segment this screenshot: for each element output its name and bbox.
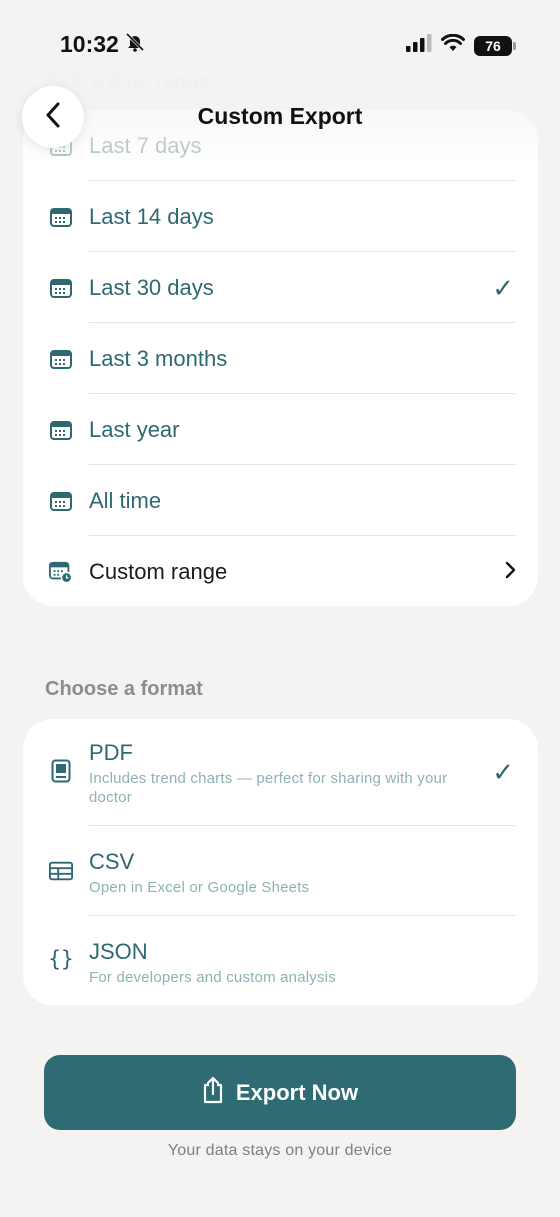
checkmark-icon: ✓ — [492, 757, 514, 787]
share-icon — [202, 1076, 224, 1109]
format-option-pdf[interactable]: PDF Includes trend charts — perfect for … — [23, 737, 538, 807]
range-label: Last 3 months — [89, 346, 228, 371]
range-option-custom-range[interactable]: Custom range — [23, 552, 538, 592]
format-title: JSON — [89, 939, 148, 964]
chevron-right-icon — [504, 561, 516, 584]
calendar-icon — [49, 205, 73, 229]
format-option-json[interactable]: {} JSON For developers and custom analys… — [23, 937, 538, 987]
export-button-label: Export Now — [235, 1079, 359, 1105]
calendar-icon — [49, 276, 73, 300]
divider — [89, 535, 516, 536]
calendar-clock-icon — [49, 560, 73, 584]
divider — [89, 322, 516, 323]
wifi-icon — [441, 33, 465, 57]
format-description: For developers and custom analysis — [89, 969, 336, 986]
table-icon — [49, 859, 73, 883]
format-section-header: Choose a format — [45, 678, 203, 700]
calendar-icon — [49, 489, 73, 513]
range-label: All time — [89, 488, 162, 513]
status-time: 10:32 — [60, 31, 119, 57]
range-option-last-14-days[interactable]: Last 14 days — [23, 197, 538, 237]
privacy-note: Your data stays on your device — [167, 1142, 393, 1159]
format-title: CSV — [89, 849, 135, 874]
bell-slash-icon — [125, 31, 145, 58]
format-option-csv[interactable]: CSV Open in Excel or Google Sheets — [23, 847, 538, 897]
status-bar: 10:32 76 — [0, 0, 560, 90]
format-description: Includes trend charts — perfect for shar… — [89, 770, 448, 806]
export-now-button[interactable]: Export Now — [44, 1055, 516, 1130]
status-time-group: 10:32 — [60, 31, 145, 58]
range-option-last-30-days[interactable]: Last 30 days ✓ — [23, 268, 538, 308]
range-label: Last year — [89, 417, 180, 442]
format-title: PDF — [89, 740, 133, 765]
divider — [89, 180, 516, 181]
divider — [89, 464, 516, 465]
cellular-signal-icon — [406, 34, 432, 57]
format-description: Open in Excel or Google Sheets — [89, 879, 310, 896]
document-icon — [49, 759, 73, 783]
range-label: Last 30 days — [89, 275, 214, 300]
calendar-icon — [49, 347, 73, 371]
format-card: PDF Includes trend charts — perfect for … — [23, 719, 538, 1005]
range-label: Last 14 days — [89, 204, 214, 229]
calendar-icon — [49, 418, 73, 442]
range-option-last-7-days[interactable]: Last 7 days — [23, 126, 538, 166]
range-label: Custom range — [89, 559, 228, 584]
divider — [89, 915, 516, 916]
range-option-last-year[interactable]: Last year — [23, 410, 538, 450]
date-range-card: Last 7 days Last 14 days Last 30 days ✓ … — [23, 110, 538, 606]
status-indicators: 76 — [406, 33, 516, 57]
page-title: Custom Export — [197, 103, 363, 129]
range-label: Last 7 days — [89, 133, 202, 158]
checkmark-icon: ✓ — [492, 272, 514, 303]
divider — [89, 825, 516, 826]
range-option-all-time[interactable]: All time — [23, 481, 538, 521]
battery-indicator: 76 — [474, 35, 516, 56]
divider — [89, 393, 516, 394]
divider — [89, 251, 516, 252]
range-option-last-3-months[interactable]: Last 3 months — [23, 339, 538, 379]
braces-icon: {} — [48, 947, 74, 971]
